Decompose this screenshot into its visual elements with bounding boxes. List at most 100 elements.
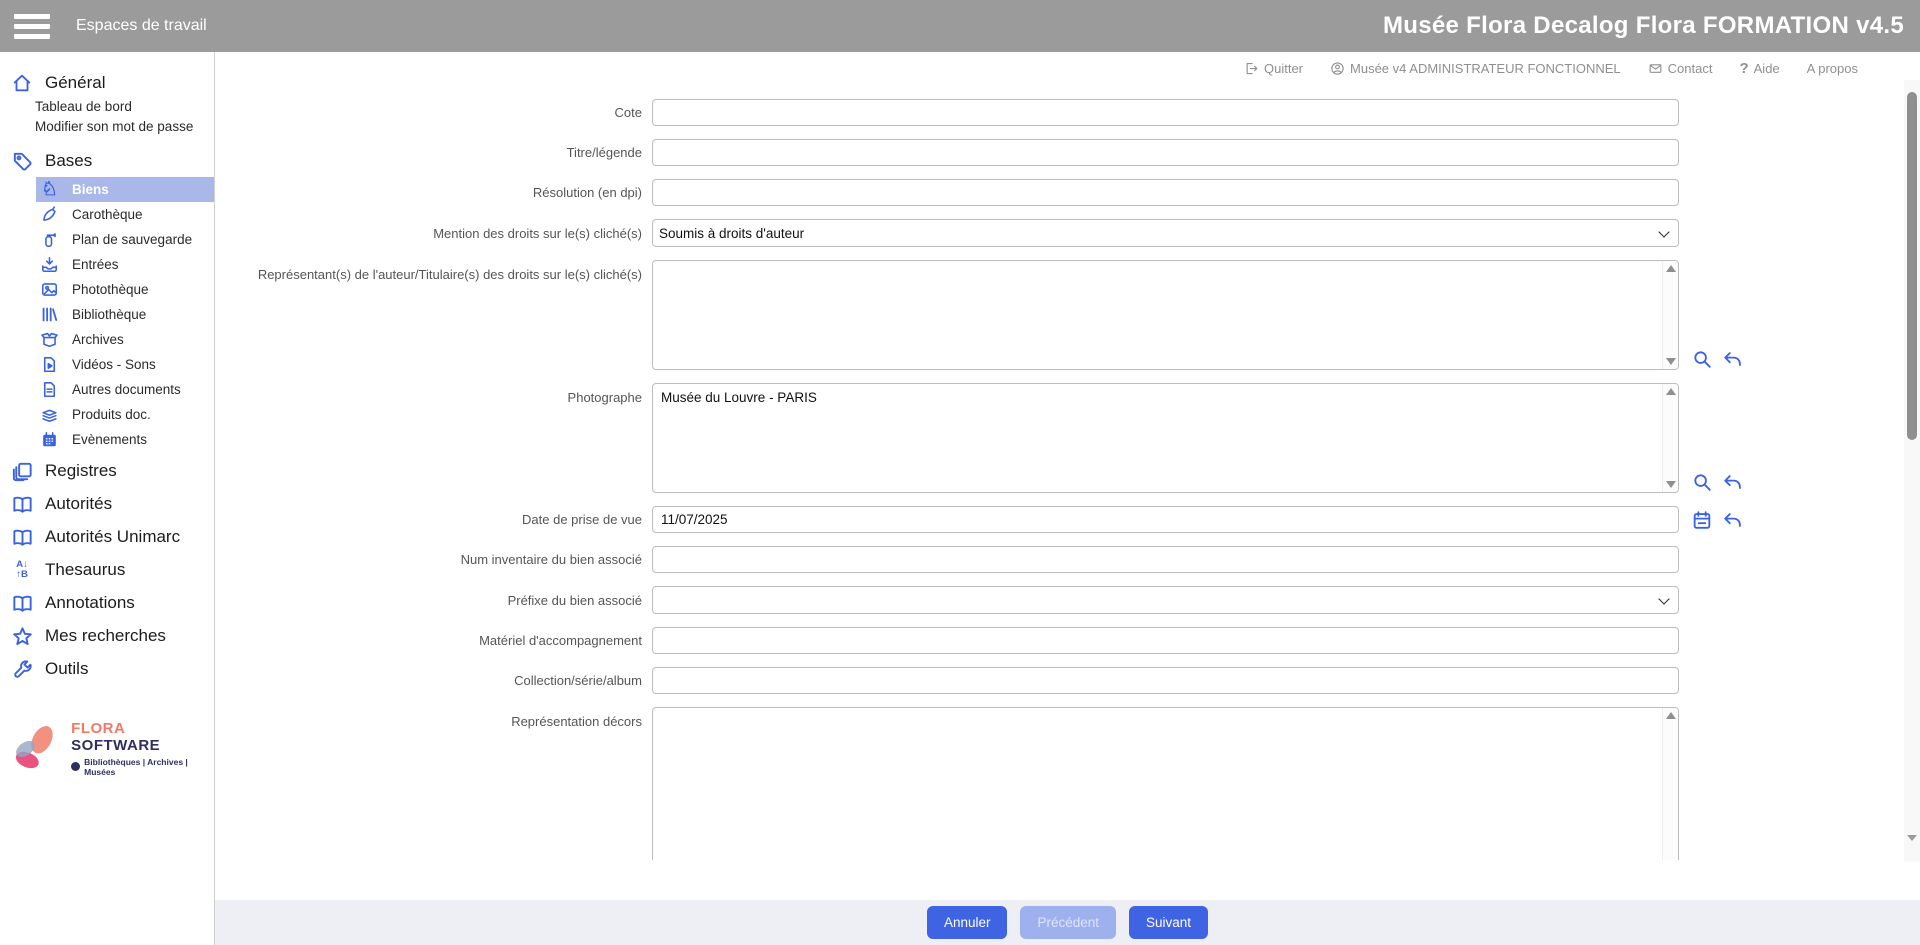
page-scrollbar[interactable] [1904,80,1920,862]
books-icon [39,304,60,325]
field-label-representation-decors: Représentation décors [215,707,652,729]
user-icon [1330,61,1345,76]
chess-knight-icon: ♘ [39,179,60,200]
sidebar-item-modifier-mot-de-passe[interactable]: Modifier son mot de passe [0,117,214,137]
video-file-icon [39,354,60,375]
sidebar-section-thesaurus[interactable]: A↓↑B Thesaurus [0,556,214,584]
cote-input[interactable] [652,99,1679,126]
field-label-date-prise-de-vue: Date de prise de vue [215,512,652,527]
scroll-down-icon[interactable] [1907,835,1917,858]
sidebar-item-autres-documents[interactable]: Autres documents [36,377,214,402]
undo-icon[interactable] [1722,471,1744,493]
sidebar-item-archives[interactable]: Archives [36,327,214,352]
app-title: Musée Flora Decalog Flora FORMATION v4.5 [1383,12,1904,40]
textarea-scrollbar[interactable] [1662,384,1678,492]
representation-decors-textarea[interactable] [652,707,1679,860]
home-icon [10,71,34,95]
field-label-num-inventaire: Num inventaire du bien associé [215,552,652,567]
main-content: Quitter Musée v4 ADMINISTRATEUR FONCTION… [215,52,1920,945]
resolution-input[interactable] [652,179,1679,206]
sidebar-section-bases[interactable]: Bases [0,147,214,175]
open-book-icon [10,492,34,516]
calendar-picker-icon[interactable] [1691,509,1713,531]
sidebar-item-videos-sons[interactable]: Vidéos - Sons [36,352,214,377]
collection-serie-album-input[interactable] [652,667,1679,694]
field-label-representant-droits: Représentant(s) de l'auteur/Titulaire(s)… [215,260,652,282]
workspace-label[interactable]: Espaces de travail [76,17,207,35]
sidebar-section-mes-recherches[interactable]: Mes recherches [0,622,214,650]
textarea-scrollbar[interactable] [1662,261,1678,369]
mention-droits-select[interactable]: Soumis à droits d'auteur [652,219,1679,247]
titre-legende-input[interactable] [652,139,1679,166]
representant-droits-textarea[interactable] [652,260,1679,370]
open-book-icon [10,525,34,549]
tag-icon [10,149,34,173]
next-button[interactable]: Suivant [1129,906,1208,939]
field-label-photographe: Photographe [215,383,652,405]
photographe-textarea[interactable]: Musée du Louvre - PARIS [652,383,1679,493]
sidebar-item-plan-de-sauvegarde[interactable]: Plan de sauvegarde [36,227,214,252]
sidebar-section-autorites-unimarc[interactable]: Autorités Unimarc [0,523,214,551]
sidebar-item-carotheque[interactable]: Carothèque [36,202,214,227]
sidebar-section-general[interactable]: Général [0,69,214,97]
field-label-materiel-accompagnement: Matériel d'accompagnement [215,633,652,648]
user-account-link[interactable]: Musée v4 ADMINISTRATEUR FONCTIONNEL [1330,61,1621,76]
sidebar-item-produits-doc[interactable]: Produits doc. [36,402,214,427]
sidebar-item-phototheque[interactable]: Photothèque [36,277,214,302]
quit-link[interactable]: Quitter [1244,61,1303,76]
sidebar-item-bibliotheque[interactable]: Bibliothèque [36,302,214,327]
logo-brand-flora: FLORA [71,720,125,737]
record-edit-form: Cote Titre/légende Résolution (en dpi) M… [215,85,1904,860]
num-inventaire-input[interactable] [652,546,1679,573]
logout-icon [1244,61,1259,76]
photo-icon [39,279,60,300]
butterfly-logo-icon [8,719,63,777]
search-icon[interactable] [1691,348,1713,370]
wrench-icon [10,657,34,681]
prefixe-bien-select[interactable] [652,586,1679,614]
logo-dot [71,762,80,771]
sidebar-item-evenements[interactable]: Evènements [36,427,214,452]
document-icon [39,379,60,400]
logo-brand-software: SOFTWARE [71,737,160,754]
form-scroll-area: Cote Titre/légende Résolution (en dpi) M… [215,85,1904,860]
help-link[interactable]: ? Aide [1739,60,1779,77]
undo-icon[interactable] [1722,348,1744,370]
sidebar-section-registres[interactable]: Registres [0,457,214,485]
sidebar: Général Tableau de bord Modifier son mot… [0,52,215,945]
cancel-button[interactable]: Annuler [927,906,1008,939]
calendar-icon [39,429,60,450]
date-prise-de-vue-input[interactable] [652,506,1679,533]
sidebar-item-tableau-de-bord[interactable]: Tableau de bord [0,97,214,117]
sidebar-item-entrees[interactable]: Entrées [36,252,214,277]
hamburger-menu-icon[interactable] [14,14,50,39]
sidebar-section-autorites[interactable]: Autorités [0,490,214,518]
sidebar-item-biens[interactable]: ♘ Biens [36,177,214,202]
field-label-cote: Cote [215,105,652,120]
envelope-icon [1648,61,1663,76]
open-book-icon [10,591,34,615]
top-links-toolbar: Quitter Musée v4 ADMINISTRATEUR FONCTION… [215,52,1904,85]
undo-icon[interactable] [1722,509,1744,531]
textarea-scrollbar[interactable] [1662,708,1678,860]
field-label-mention-droits: Mention des droits sur le(s) cliché(s) [215,226,652,241]
about-link[interactable]: A propos [1807,61,1858,76]
pen-icon [39,204,60,225]
sidebar-section-outils[interactable]: Outils [0,655,214,683]
form-action-bar: Annuler Précédent Suivant [215,900,1920,945]
sort-alpha-icon: A↓↑B [10,558,34,582]
sidebar-section-annotations[interactable]: Annotations [0,589,214,617]
paper-stack-icon [39,404,60,425]
star-icon [10,624,34,648]
top-header-bar: Espaces de travail Musée Flora Decalog F… [0,0,1920,52]
field-label-titre-legende: Titre/légende [215,145,652,160]
logo-tagline: Bibliothèques | Archives | Musées [84,757,214,777]
copies-icon [10,459,34,483]
inbox-download-icon [39,254,60,275]
search-icon[interactable] [1691,471,1713,493]
field-label-prefixe-bien: Préfixe du bien associé [215,593,652,608]
contact-link[interactable]: Contact [1648,61,1713,76]
materiel-accompagnement-input[interactable] [652,627,1679,654]
scrollbar-thumb[interactable] [1907,92,1917,440]
previous-button[interactable]: Précédent [1020,906,1116,939]
